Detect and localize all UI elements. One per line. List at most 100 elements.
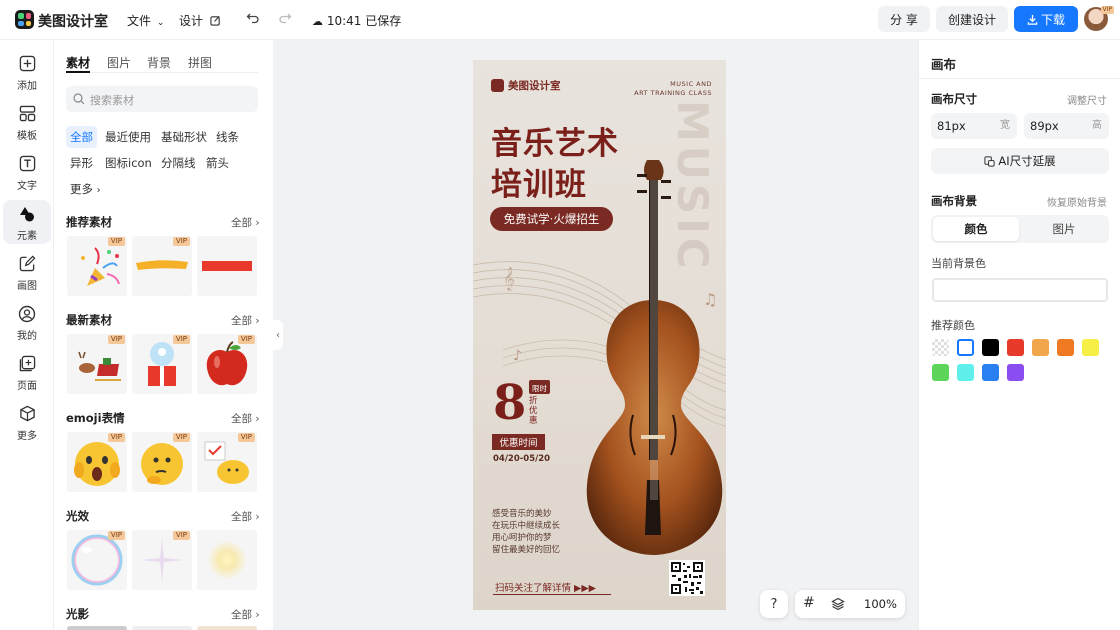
search-input[interactable]: 搜索素材 <box>66 86 258 112</box>
create-design-button[interactable]: 创建设计 <box>936 6 1008 32</box>
nav-mine[interactable]: 我的 <box>3 300 51 344</box>
section-title-latest: 最新素材 <box>66 313 112 327</box>
tab-underline <box>66 72 258 73</box>
swatch-red[interactable] <box>1007 339 1024 356</box>
canvas-width-input[interactable]: 81px 宽 <box>931 113 1017 139</box>
help-button[interactable]: ? <box>760 590 788 618</box>
poster-en-subtitle[interactable]: MUSIC AND ART TRAINING CLASS <box>634 80 712 98</box>
chip-lines[interactable]: 线条 <box>212 126 243 148</box>
text-icon <box>16 153 38 175</box>
reset-background-link[interactable]: 恢复原始背景 <box>1047 194 1107 209</box>
file-menu-label: 文件 <box>127 14 152 28</box>
chip-more[interactable]: 更多 › <box>66 178 105 200</box>
create-design-label: 创建设计 <box>947 12 996 27</box>
current-bg-swatch[interactable] <box>932 278 1108 302</box>
material-glow[interactable] <box>197 530 257 590</box>
qr-code-image[interactable] <box>669 560 705 596</box>
nav-mine-label: 我的 <box>17 330 37 342</box>
save-status: ☁ 10:41 已保存 <box>312 12 401 29</box>
swatch-green[interactable] <box>932 364 949 381</box>
design-menu[interactable]: 设计 <box>179 12 221 29</box>
grid-icon[interactable]: # <box>803 595 815 611</box>
swatch-yellow[interactable] <box>1082 339 1099 356</box>
section-all-emoji[interactable]: 全部 › <box>231 411 260 426</box>
undo-icon[interactable] <box>246 10 260 27</box>
material-gift-snowglobe[interactable]: VIP <box>132 334 192 394</box>
avatar[interactable]: VIP <box>1084 6 1114 31</box>
material-red-bar[interactable] <box>197 236 257 296</box>
toggle-color[interactable]: 颜色 <box>933 217 1019 241</box>
chip-basic-shapes[interactable]: 基础形状 <box>157 126 211 148</box>
material-light-shadow-2[interactable] <box>132 626 192 630</box>
nav-templates[interactable]: 模板 <box>3 100 51 144</box>
nav-text[interactable]: 文字 <box>3 150 51 194</box>
material-sparkle[interactable]: VIP <box>132 530 192 590</box>
swatch-light-orange[interactable] <box>1032 339 1049 356</box>
discount-chars[interactable]: 折 优 惠 <box>529 396 538 426</box>
material-emoji-scared[interactable]: VIP <box>67 432 127 492</box>
material-emoji-thinking[interactable]: VIP <box>132 432 192 492</box>
poster-canvas[interactable]: ♫ ♪ 𝄞 美图设计室 MUSIC AND ART TRAINING CLASS… <box>473 60 726 610</box>
promo-time-label: 优惠时间 <box>499 438 538 449</box>
section-all-recommended[interactable]: 全部 › <box>231 215 260 230</box>
nav-draw[interactable]: 画图 <box>3 250 51 294</box>
discount-number[interactable]: 8 <box>493 378 526 428</box>
section-all-light-effects[interactable]: 全部 › <box>231 509 260 524</box>
section-all-light-shadow[interactable]: 全部 › <box>231 607 260 622</box>
nav-pages[interactable]: 页面 <box>3 350 51 394</box>
chip-arrows[interactable]: 箭头 <box>202 152 233 174</box>
collapse-panel-button[interactable]: ‹ <box>273 320 283 350</box>
cello-image[interactable] <box>581 160 726 560</box>
share-button[interactable]: 分 享 <box>878 6 930 32</box>
swatch-white[interactable] <box>957 339 974 356</box>
swatch-cyan[interactable] <box>957 364 974 381</box>
download-icon <box>1027 14 1038 25</box>
download-button[interactable]: 下载 <box>1014 6 1078 32</box>
toggle-image[interactable]: 图片 <box>1021 217 1107 241</box>
canvas-height-input[interactable]: 89px 高 <box>1024 113 1109 139</box>
material-light-shadow-3[interactable] <box>197 626 257 630</box>
swatch-black[interactable] <box>982 339 999 356</box>
poster-description[interactable]: 感受音乐的美妙 在玩乐中继续成长 用心呵护你的梦 留住最美好的回忆 <box>492 508 560 556</box>
material-emoji-chick[interactable]: VIP <box>197 432 257 492</box>
promo-time-pill[interactable]: 优惠时间 <box>492 434 545 450</box>
ai-resize-button[interactable]: AI尺寸延展 <box>931 148 1109 174</box>
zoom-level[interactable]: 100% <box>864 597 897 611</box>
nav-elements[interactable]: 元素 <box>3 200 51 244</box>
nav-add[interactable]: 添加 <box>3 50 51 94</box>
poster-title-line2[interactable]: 培训班 <box>491 159 587 204</box>
poster-title-line1[interactable]: 音乐艺术 <box>491 118 619 163</box>
tab-images[interactable]: 图片 <box>107 54 131 71</box>
nav-more[interactable]: 更多 <box>3 400 51 444</box>
limited-badge[interactable]: 限时 <box>529 380 550 394</box>
app-logo-icon[interactable] <box>15 10 34 29</box>
poster-footer-text[interactable]: 扫码关注了解详情 ▶▶▶ <box>495 580 596 594</box>
material-sleigh[interactable]: VIP <box>67 334 127 394</box>
material-light-shadow-1[interactable] <box>67 626 127 630</box>
draw-icon <box>16 253 38 275</box>
layers-icon[interactable] <box>831 597 845 611</box>
swatch-blue[interactable] <box>982 364 999 381</box>
chip-irregular[interactable]: 异形 <box>66 152 97 174</box>
swatch-transparent[interactable] <box>932 339 949 356</box>
chip-all[interactable]: 全部 <box>66 126 97 148</box>
material-brush-stroke[interactable]: VIP <box>132 236 192 296</box>
chip-icons[interactable]: 图标icon <box>101 152 156 174</box>
tab-materials[interactable]: 素材 <box>66 54 90 71</box>
tab-backgrounds[interactable]: 背景 <box>147 54 171 71</box>
file-menu[interactable]: 文件 ⌄ <box>127 12 164 29</box>
swatch-purple[interactable] <box>1007 364 1024 381</box>
poster-brand[interactable]: 美图设计室 <box>491 78 561 93</box>
adjust-size-link[interactable]: 调整尺寸 <box>1067 92 1107 107</box>
redo-icon[interactable] <box>278 10 292 27</box>
section-all-latest[interactable]: 全部 › <box>231 313 260 328</box>
panel-title-divider <box>919 78 1120 79</box>
material-bubble[interactable]: VIP <box>67 530 127 590</box>
swatch-orange[interactable] <box>1057 339 1074 356</box>
chip-recent[interactable]: 最近使用 <box>101 126 155 148</box>
chip-dividers[interactable]: 分隔线 <box>157 152 200 174</box>
material-apple[interactable]: VIP <box>197 334 257 394</box>
material-party-popper[interactable]: VIP <box>67 236 127 296</box>
tab-collage[interactable]: 拼图 <box>188 54 212 71</box>
promo-date-range[interactable]: 04/20-05/20 <box>493 454 550 464</box>
